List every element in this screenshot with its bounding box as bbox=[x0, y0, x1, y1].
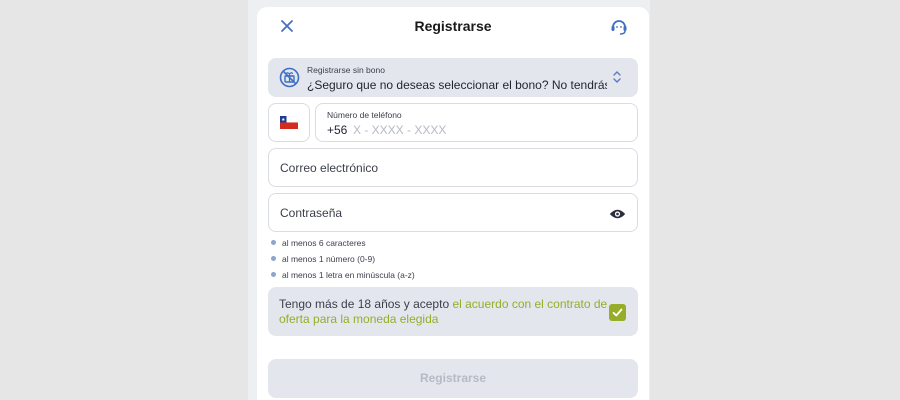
rule-text: al menos 1 letra en minúscula (a-z) bbox=[282, 270, 415, 280]
bonus-value: ¿Seguro que no deseas seleccionar el bon… bbox=[307, 78, 607, 92]
terms-text: Tengo más de 18 años y acepto el acuerdo… bbox=[279, 297, 609, 327]
bonus-label: Registrarse sin bono bbox=[307, 65, 385, 75]
phone-label: Número de teléfono bbox=[327, 110, 402, 120]
check-icon bbox=[612, 308, 623, 317]
bonus-select[interactable]: Registrarse sin bono ¿Seguro que no dese… bbox=[268, 58, 638, 97]
phone-prefix: +56 bbox=[327, 123, 348, 137]
password-placeholder: Contraseña bbox=[280, 206, 343, 220]
rule-bullet-icon bbox=[271, 272, 276, 277]
terms-agreement: Tengo más de 18 años y acepto el acuerdo… bbox=[268, 287, 638, 336]
country-code-select[interactable] bbox=[268, 103, 310, 142]
modal-header: Registrarse bbox=[257, 7, 649, 47]
password-rule: al menos 1 letra en minúscula (a-z) bbox=[271, 269, 415, 285]
password-rule: al menos 6 caracteres bbox=[271, 237, 415, 253]
eye-icon[interactable] bbox=[609, 207, 626, 219]
phone-placeholder: X - XXXX - XXXX bbox=[353, 123, 447, 137]
rule-bullet-icon bbox=[271, 256, 276, 261]
terms-prefix: Tengo más de 18 años y acepto bbox=[279, 297, 453, 311]
email-placeholder: Correo electrónico bbox=[280, 161, 379, 175]
password-field[interactable]: Contraseña bbox=[268, 193, 638, 232]
rule-bullet-icon bbox=[271, 240, 276, 245]
password-rules: al menos 6 caracteres al menos 1 número … bbox=[271, 237, 415, 285]
password-rule: al menos 1 número (0-9) bbox=[271, 253, 415, 269]
register-button-label: Registrarse bbox=[419, 371, 487, 385]
page-title: Registrarse bbox=[414, 18, 492, 34]
rule-text: al menos 6 caracteres bbox=[282, 238, 366, 248]
no-gift-icon bbox=[279, 67, 300, 88]
register-button[interactable]: Registrarse bbox=[268, 359, 638, 398]
registration-modal: Registrarse Registrarse sin bono ¿Seguro… bbox=[257, 7, 649, 400]
rule-text: al menos 1 número (0-9) bbox=[282, 254, 376, 264]
email-field[interactable]: Correo electrónico bbox=[268, 148, 638, 187]
chevron-up-down-icon bbox=[612, 70, 622, 84]
chile-flag-icon bbox=[279, 115, 299, 129]
phone-input[interactable]: Número de teléfono +56 X - XXXX - XXXX bbox=[315, 103, 638, 142]
terms-checkbox[interactable] bbox=[609, 304, 626, 321]
support-headset-icon[interactable] bbox=[609, 16, 629, 36]
